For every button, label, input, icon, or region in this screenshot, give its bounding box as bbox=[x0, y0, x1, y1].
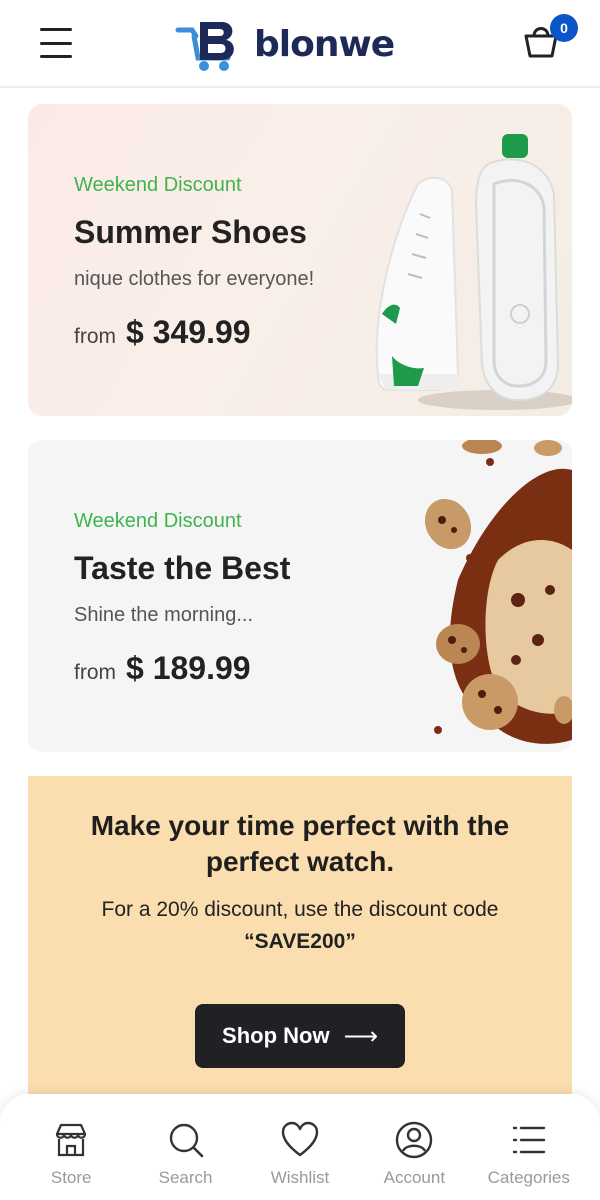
brand-logo[interactable]: blonwe bbox=[174, 14, 395, 74]
promo-price: $ 349.99 bbox=[126, 314, 251, 350]
nav-item-wishlist[interactable]: Wishlist bbox=[248, 1094, 352, 1200]
promo-tag: Weekend Discount bbox=[74, 174, 242, 196]
nav-item-categories[interactable]: Categories bbox=[477, 1094, 581, 1200]
list-icon bbox=[512, 1126, 545, 1154]
promo-card-taste-the-best[interactable]: Weekend Discount Taste the Best Shine th… bbox=[28, 440, 572, 752]
promo-title: Taste the Best bbox=[74, 550, 291, 586]
nav-label: Wishlist bbox=[270, 1168, 330, 1187]
account-icon bbox=[396, 1121, 433, 1159]
cart-count-badge: 0 bbox=[550, 14, 578, 42]
shopping-cart-logo-icon bbox=[175, 22, 234, 71]
promo-card-summer-shoes[interactable]: Weekend Discount Summer Shoes nique clot… bbox=[28, 104, 572, 416]
nav-label: Account bbox=[383, 1168, 446, 1187]
search-icon bbox=[169, 1123, 203, 1158]
banner-description: For a 20% discount, use the discount cod… bbox=[28, 894, 572, 958]
nav-label: Categories bbox=[487, 1168, 570, 1187]
promo-subtitle: nique clothes for everyone! bbox=[74, 268, 315, 290]
from-label: from bbox=[74, 325, 116, 348]
nav-item-search[interactable]: Search bbox=[134, 1094, 238, 1200]
promo-price-row: from $ 189.99 bbox=[74, 650, 251, 687]
chocolate-cookie-image bbox=[424, 440, 572, 744]
store-icon bbox=[56, 1123, 87, 1157]
heart-icon bbox=[281, 1121, 319, 1157]
banner-desc-text: For a 20% discount, use the discount cod… bbox=[101, 898, 499, 921]
promo-price-row: from $ 349.99 bbox=[74, 314, 251, 351]
arrow-right-icon: ⟶ bbox=[343, 1022, 378, 1050]
hamburger-menu-icon[interactable] bbox=[40, 28, 74, 58]
promo-title: Summer Shoes bbox=[74, 214, 307, 250]
promo-price: $ 189.99 bbox=[126, 650, 251, 686]
cart-button[interactable]: 0 bbox=[520, 14, 580, 64]
nav-item-store[interactable]: Store bbox=[19, 1094, 123, 1200]
shop-now-button[interactable]: Shop Now ⟶ bbox=[195, 1004, 405, 1068]
brand-name: blonwe bbox=[254, 23, 395, 65]
shop-now-label: Shop Now bbox=[222, 1023, 330, 1048]
promo-subtitle: Shine the morning... bbox=[74, 604, 253, 626]
nav-item-account[interactable]: Account bbox=[362, 1094, 466, 1200]
nav-label: Search bbox=[158, 1168, 213, 1187]
banner-title: Make your time perfect with the perfect … bbox=[90, 810, 510, 877]
from-label: from bbox=[74, 661, 116, 684]
discount-code: “SAVE200” bbox=[244, 930, 356, 953]
nav-label: Store bbox=[50, 1168, 92, 1187]
bottom-navigation: Store Search Wishlist Account Categories bbox=[0, 1094, 600, 1200]
watch-promo-banner: Make your time perfect with the perfect … bbox=[28, 776, 572, 1116]
sneaker-image bbox=[375, 134, 572, 410]
app-header: blonwe 0 bbox=[0, 0, 600, 88]
promo-tag: Weekend Discount bbox=[74, 510, 242, 532]
